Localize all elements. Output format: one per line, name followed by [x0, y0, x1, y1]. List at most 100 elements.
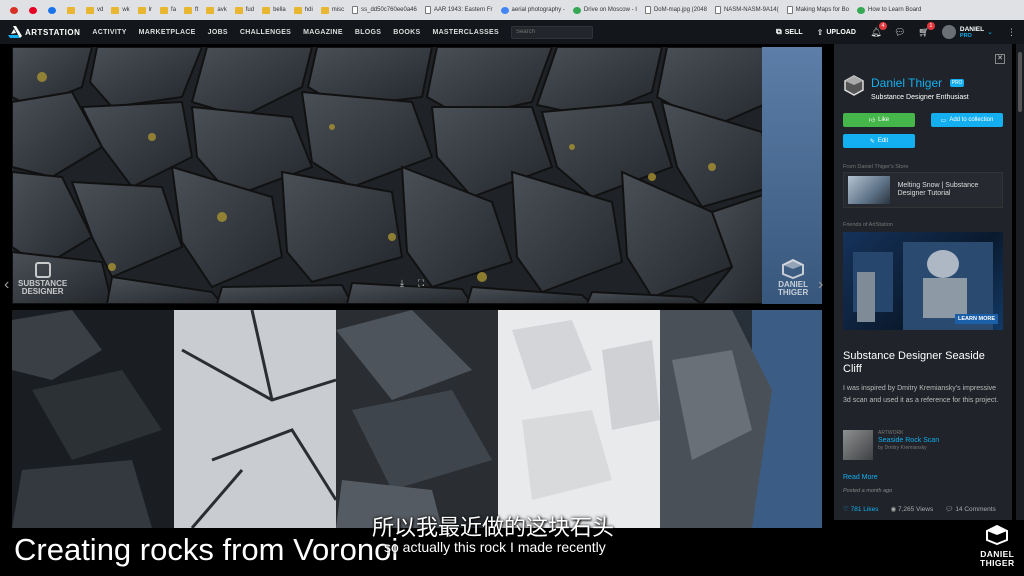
like-button[interactable]: 👍︎ Like — [843, 113, 915, 127]
linked-artwork-name[interactable]: Seaside Rock Scan — [878, 437, 939, 444]
bookmark-item[interactable] — [44, 0, 63, 20]
nav-marketplace[interactable]: MARKETPLACE — [139, 29, 196, 36]
bookmark-item[interactable]: avk — [202, 0, 230, 20]
nav-activity[interactable]: ACTIVITY — [92, 29, 126, 36]
artwork-description: I was inspired by Dmitry Kremiansky's im… — [843, 385, 999, 404]
scrollbar-thumb[interactable] — [1018, 52, 1022, 112]
bookmark-item[interactable]: hdi — [290, 0, 317, 20]
bookmark-item[interactable]: aerial photography - — [497, 0, 569, 20]
bookmark-item[interactable] — [6, 0, 25, 20]
notifications-button[interactable]: 🔔︎ 4 — [870, 21, 887, 38]
nav-jobs[interactable]: JOBS — [208, 29, 228, 36]
cart-button[interactable]: 🛒︎ 1 — [918, 21, 935, 38]
bookmark-label: lr — [148, 7, 153, 13]
sell-button[interactable]: ⧉ SELL — [776, 27, 803, 37]
substance-watermark: SUBSTANCE DESIGNER — [18, 262, 67, 296]
folder-icon — [234, 6, 243, 14]
avatar — [941, 25, 956, 39]
pro-badge: PRO — [949, 78, 965, 87]
close-icon[interactable]: ✕ — [995, 54, 1005, 64]
chevron-down-icon: ⌄ — [987, 29, 993, 36]
nav-blogs[interactable]: BLOGS — [355, 29, 381, 36]
page-icon — [644, 6, 651, 14]
next-arrow-icon[interactable]: › — [818, 276, 823, 294]
artstation-logo[interactable]: ARTSTATION — [8, 26, 80, 38]
nav-masterclasses[interactable]: MASTERCLASSES — [432, 29, 499, 36]
cube-logo-icon — [986, 524, 1009, 546]
download-icon[interactable]: ⤓ — [394, 278, 410, 292]
author-block: Daniel Thiger PRO Substance Designer Ent… — [843, 74, 969, 101]
bookmark-label: wk — [122, 7, 130, 13]
subtitle-english: so actually this rock I made recently — [384, 539, 606, 555]
fullscreen-icon[interactable]: ⛶ — [413, 278, 429, 292]
linked-artwork-type: ARTWORK — [878, 430, 904, 436]
bookmark-item[interactable]: NASM-NASM-9A14( — [711, 0, 783, 20]
read-more-link[interactable]: Read More — [843, 474, 878, 481]
bookmark-item[interactable]: fa — [156, 0, 180, 20]
linked-artwork[interactable]: ARTWORK Seaside Rock Scan by Dmitry Krem… — [843, 430, 1003, 462]
more-menu-icon[interactable]: ⋮ — [1007, 27, 1016, 38]
bookmark-item[interactable]: lr — [134, 0, 156, 20]
edit-button[interactable]: ✎ Edit — [843, 134, 915, 148]
store-item-title: Melting Snow | Substance Designer Tutori… — [897, 182, 979, 197]
nav-magazine[interactable]: MAGAZINE — [303, 29, 343, 36]
folder-icon — [293, 6, 302, 14]
bookmark-item[interactable] — [63, 0, 82, 20]
bookmark-item[interactable]: ss_dd50c760ee0a46 — [348, 0, 421, 20]
collection-label: Add to collection — [949, 117, 994, 123]
bookmark-label: misc — [331, 7, 345, 13]
page-scrollbar[interactable] — [1016, 44, 1024, 520]
bookmark-item[interactable]: bella — [258, 0, 290, 20]
artwork-image-breakdown[interactable] — [12, 310, 822, 528]
subtitle-chinese: 所以我最近做的这块石头 — [372, 516, 615, 541]
add-to-collection-button[interactable]: ▭ Add to collection — [931, 113, 1003, 127]
artwork-title: Substance Designer Seaside Cliff — [843, 350, 985, 375]
prev-arrow-icon[interactable]: ‹ — [4, 276, 9, 294]
nav-challenges[interactable]: CHALLENGES — [240, 29, 291, 36]
store-item-card[interactable]: Melting Snow | Substance Designer Tutori… — [843, 172, 1003, 208]
bookmarks-bar: vd wk lr fa ft avk fud bella hdi misc ss_dd50c760e… — [0, 0, 1024, 20]
bookmark-item[interactable]: Drive on Moscow - I — [569, 0, 641, 20]
bookmark-item[interactable]: DoM-map.jpg (2048 — [641, 0, 711, 20]
bookmark-label: hdi — [304, 7, 313, 13]
nav-books[interactable]: BOOKS — [393, 29, 420, 36]
bookmark-item[interactable]: ft — [180, 0, 202, 20]
bookmark-label: How to Learn Board — [868, 7, 922, 13]
search-input[interactable] — [510, 25, 593, 39]
like-label: Like — [878, 117, 890, 123]
storefront-icon: ⧉ — [776, 27, 782, 36]
likes-count[interactable]: ♡ 781 Likes — [843, 505, 884, 513]
folder-icon — [86, 6, 94, 14]
bookmark-item[interactable]: How to Learn Board — [853, 0, 925, 20]
comments-count[interactable]: 💬︎ 14 Comments — [945, 505, 1002, 513]
linked-artwork-author: by Dmitry Kremiansky — [878, 445, 927, 451]
messages-button[interactable]: 💬︎ — [894, 27, 906, 38]
upload-button[interactable]: ⇧ UPLOAD — [817, 28, 856, 37]
bookmark-item[interactable] — [25, 0, 44, 20]
green-icon — [572, 6, 581, 14]
posted-date: Posted a month ago — [843, 488, 893, 494]
bookmark-item[interactable]: wk — [107, 0, 133, 20]
author-avatar-icon[interactable] — [843, 74, 865, 96]
bookmark-label: avk — [217, 7, 227, 13]
author-name[interactable]: Daniel Thiger — [871, 76, 942, 90]
bookmark-item[interactable]: Making Maps for Bo — [783, 0, 853, 20]
store-section-label: From Daniel Thiger's Store — [843, 164, 909, 170]
bookmark-item[interactable]: vd — [82, 0, 107, 20]
bookmark-item[interactable]: fud — [231, 0, 258, 20]
user-menu[interactable]: DANIEL PRO ⌄ — [941, 25, 993, 39]
artwork-image-main[interactable]: SUBSTANCE DESIGNER DANIEL THIGER ⤓ ⛶ — [12, 47, 822, 304]
page-icon — [714, 6, 721, 14]
folder-icon — [160, 6, 169, 14]
brand-name: ARTSTATION — [25, 27, 81, 37]
sell-label: SELL — [784, 28, 803, 36]
bookmark-label: vd — [97, 7, 104, 13]
folder-icon — [137, 6, 146, 14]
advertisement-banner[interactable]: LEARN MORE — [843, 232, 1003, 330]
artstation-logo-icon — [8, 26, 22, 38]
bookmark-item[interactable]: AAR 1943: Eastern Fr — [421, 0, 497, 20]
bookmark-label: AAR 1943: Eastern Fr — [433, 7, 493, 13]
learn-more-button[interactable]: LEARN MORE — [955, 314, 998, 324]
bookmark-item[interactable]: misc — [317, 0, 348, 20]
substance-logo-icon — [34, 262, 51, 278]
